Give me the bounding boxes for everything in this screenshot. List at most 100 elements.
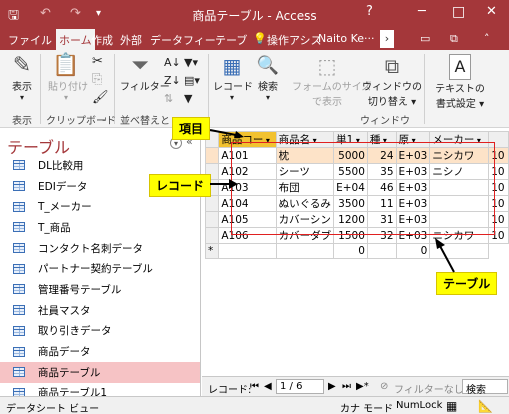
ribbon: ✎ 表示 ▾ 📋 貼り付け ▾ ✂ ⎘ 🖌 ⏷ フィルター A↓ Z↓ ⇅ ▼▾… — [0, 50, 509, 128]
ribbon-display-icon[interactable]: ▭ — [420, 32, 430, 45]
view-status: データシート ビュー — [6, 404, 100, 414]
callout-field: 項目 — [172, 117, 211, 140]
table-cell[interactable] — [218, 243, 277, 259]
nav-item[interactable]: 商品テーブル — [0, 361, 200, 383]
record-selector[interactable] — [204, 147, 220, 164]
records-button[interactable]: ▦ レコード ▾ — [213, 54, 253, 102]
filter-label: フィルター — [120, 82, 170, 93]
table-icon — [13, 284, 25, 295]
text-format-button[interactable]: A テキストの 書式設定 ▾ — [432, 54, 488, 110]
status-bar: データシート ビュー カナ モード NumLock ▦ 📐 — [0, 396, 509, 414]
last-record-icon[interactable]: ⏭ — [342, 381, 351, 392]
advanced-filter-icon[interactable]: ▤▾ — [184, 74, 200, 87]
text-format-icon: A — [449, 54, 471, 80]
remove-sort-icon[interactable]: ⇅ — [164, 92, 173, 105]
switch-windows-label-2: 切り替え — [367, 97, 408, 108]
toggle-filter-icon[interactable]: ▼ — [184, 92, 192, 105]
next-record-icon[interactable]: ▶ — [328, 381, 336, 392]
no-filter-icon: ⊘ — [380, 381, 389, 392]
callout-table: テーブル — [436, 272, 498, 295]
numlock-status: NumLock — [396, 400, 443, 411]
help-icon[interactable]: ? — [366, 4, 373, 19]
nav-item[interactable]: T_商品 — [0, 217, 200, 238]
first-record-icon[interactable]: ⏮ — [250, 381, 259, 392]
tell-me-box[interactable]: 操作アシス — [267, 32, 322, 48]
title-bar: 🖫 ↶ ↷ ▾ 商品テーブル - Access ? ─ □ ✕ — [0, 0, 509, 28]
copy-icon[interactable]: ⎘ — [92, 72, 102, 87]
view-button[interactable]: ✎ 表示 ▾ — [8, 53, 36, 103]
text-format-label-2: 書式設定 — [435, 99, 476, 110]
table-icon — [13, 346, 25, 357]
table-outline — [231, 142, 495, 235]
sort-asc-icon[interactable]: A↓ — [164, 56, 181, 69]
fit-form-button[interactable]: ⬚ フォームのサイズ で表示 — [292, 54, 371, 108]
previous-record-icon[interactable]: ◀ — [264, 381, 272, 392]
nav-item-label: 社員マスタ — [38, 304, 91, 317]
new-record-marker[interactable]: * — [204, 243, 220, 259]
kana-mode-status: カナ モード — [340, 404, 394, 414]
design-view-icon[interactable]: 📐 — [478, 399, 493, 413]
callout-record-arrow — [210, 179, 238, 189]
nav-item[interactable]: パートナー契約テーブル — [0, 258, 200, 279]
tab-file[interactable]: ファイル — [8, 32, 52, 48]
tab-data[interactable]: データ — [150, 32, 183, 48]
tab-table[interactable]: テーブ — [215, 32, 247, 48]
current-record-input[interactable]: 1 / 6 — [276, 379, 324, 394]
share-icon[interactable]: ⧉ — [450, 32, 458, 46]
close-icon[interactable]: ✕ — [486, 4, 497, 19]
nav-item[interactable]: 商品データ — [0, 341, 200, 362]
nav-item[interactable]: DL比較用 — [0, 155, 200, 176]
chevron-down-icon: ▾ — [265, 93, 270, 102]
window-title: 商品テーブル - Access — [192, 9, 317, 23]
paste-button[interactable]: 📋 貼り付け ▾ — [48, 54, 88, 103]
nav-item[interactable]: 管理番号テーブル — [0, 279, 200, 300]
switch-windows-button[interactable]: ⧉ ウィンドウの 切り替え ▾ — [362, 54, 422, 108]
table-cell[interactable]: 0 — [395, 243, 431, 259]
sort-desc-icon[interactable]: Z↓ — [164, 74, 181, 87]
filter-status[interactable]: フィルターなし — [394, 381, 464, 396]
record-selector[interactable] — [204, 227, 220, 244]
new-record-row[interactable]: * 0 0 — [204, 243, 509, 259]
user-name[interactable]: Naito Ke··· — [318, 32, 375, 45]
table-cell[interactable] — [366, 243, 397, 259]
new-record-icon[interactable]: ▶* — [356, 381, 369, 392]
nav-item-label: 取り引きデータ — [38, 325, 112, 338]
divider — [424, 54, 425, 124]
collapse-ribbon-icon[interactable]: ˄ — [484, 32, 490, 45]
minimize-icon[interactable]: ─ — [418, 4, 426, 19]
table-icon — [13, 243, 25, 254]
selection-filter-icon[interactable]: ▼▾ — [184, 56, 198, 69]
nav-item[interactable]: 取り引きデータ — [0, 321, 200, 342]
tab-external[interactable]: 外部 — [120, 32, 142, 48]
filter-button[interactable]: ⏷ フィルター — [120, 54, 170, 94]
view-label: 表示 — [12, 82, 32, 93]
find-button[interactable]: 🔍 検索 ▾ — [256, 54, 280, 102]
find-label: 検索 — [258, 82, 278, 93]
callout-record: レコード — [149, 174, 212, 197]
tab-create[interactable]: 作成 — [91, 32, 113, 48]
table-cell[interactable] — [275, 243, 335, 259]
table-icon — [13, 160, 25, 171]
divider — [208, 54, 209, 124]
magnifier-icon: 🔍 — [256, 55, 280, 76]
ruler-pencil-icon: ✎ — [12, 53, 32, 78]
search-input[interactable]: 検索 — [462, 379, 508, 396]
dialog-launcher-icon[interactable]: ⌟ — [102, 112, 107, 123]
nav-item[interactable]: T_メーカー — [0, 196, 200, 217]
tab-home[interactable]: ホーム — [56, 29, 95, 50]
record-selector[interactable] — [204, 195, 220, 212]
nav-item[interactable]: 社員マスタ — [0, 300, 200, 321]
nav-item[interactable]: コンタクト名刺データ — [0, 238, 200, 259]
paste-label: 貼り付け — [48, 82, 88, 93]
cut-icon[interactable]: ✂ — [92, 54, 103, 69]
tab-fields[interactable]: フィー — [183, 32, 216, 48]
table-cell[interactable]: 0 — [333, 243, 368, 259]
nav-item-label: パートナー契約テーブル — [38, 263, 153, 276]
callout-field-arrow — [210, 129, 244, 138]
scroll-right-icon[interactable]: › — [380, 30, 394, 48]
format-painter-icon[interactable]: 🖌 — [92, 90, 109, 105]
nav-item[interactable]: 商品テーブル1 — [0, 383, 200, 396]
maximize-icon[interactable]: □ — [452, 4, 465, 20]
datasheet-view-icon[interactable]: ▦ — [446, 399, 457, 413]
record-selector[interactable] — [204, 211, 220, 228]
